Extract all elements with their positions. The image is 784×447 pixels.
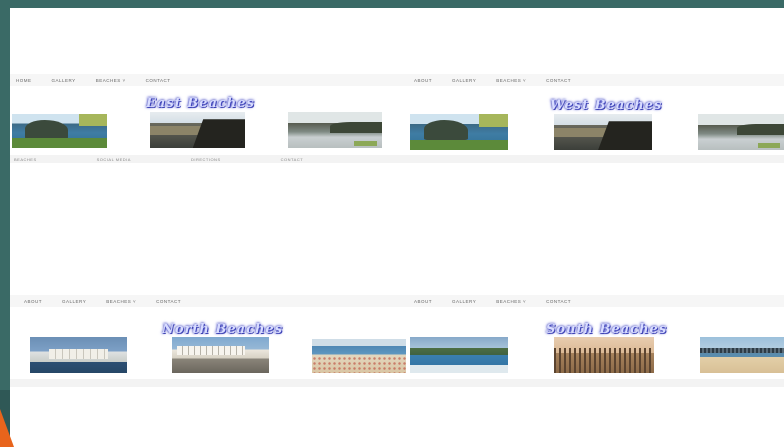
page-title: West Beaches xyxy=(550,98,663,113)
nav-item-gallery[interactable]: GALLERY xyxy=(62,299,86,304)
accent-corner xyxy=(0,409,14,447)
nav-item-home[interactable]: HOME xyxy=(16,78,32,83)
nav-item-beaches[interactable]: BEACHES ˅ xyxy=(96,78,126,83)
nav-item-contact[interactable]: CONTACT xyxy=(146,78,171,83)
footer-link-beaches[interactable]: BEACHES xyxy=(14,157,37,162)
nav-item-contact[interactable]: CONTACT xyxy=(156,299,181,304)
nav-item-gallery[interactable]: GALLERY xyxy=(452,78,476,83)
footer xyxy=(408,155,784,163)
shore-photo[interactable] xyxy=(288,112,382,148)
nav-item-beaches[interactable]: BEACHES ˅ xyxy=(496,299,526,304)
panel-south-beaches: ABOUT GALLERY BEACHES ˅ CONTACT South Be… xyxy=(408,295,784,387)
footer-link-directions[interactable]: DIRECTIONS xyxy=(191,157,221,162)
nav-item-beaches[interactable]: BEACHES ˅ xyxy=(496,78,526,83)
footer: BEACHES SOCIAL MEDIA DIRECTIONS CONTACT xyxy=(10,155,408,163)
page-title: East Beaches xyxy=(146,96,255,111)
town-photo[interactable] xyxy=(30,337,127,373)
page-title: South Beaches xyxy=(546,322,668,337)
nav-item-about[interactable]: ABOUT xyxy=(414,78,432,83)
navbar: ABOUT GALLERY BEACHES ˅ CONTACT xyxy=(408,74,784,86)
cliff-photo[interactable] xyxy=(554,114,652,150)
nav-item-about[interactable]: ABOUT xyxy=(24,299,42,304)
footer xyxy=(10,379,408,387)
page-title: North Beaches xyxy=(162,322,284,337)
navbar: HOME GALLERY BEACHES ˅ CONTACT xyxy=(10,74,408,86)
coast-photo[interactable] xyxy=(12,114,107,148)
coast-photo[interactable] xyxy=(410,114,508,150)
bay-photo[interactable] xyxy=(410,337,508,373)
shore-photo[interactable] xyxy=(698,114,784,150)
nav-item-contact[interactable]: CONTACT xyxy=(546,78,571,83)
nav-item-gallery[interactable]: GALLERY xyxy=(52,78,76,83)
navbar: ABOUT GALLERY BEACHES ˅ CONTACT xyxy=(408,295,784,307)
fence-photo[interactable] xyxy=(554,337,654,373)
footer xyxy=(408,379,784,387)
cliff-photo[interactable] xyxy=(150,112,245,148)
nav-item-beaches[interactable]: BEACHES ˅ xyxy=(106,299,136,304)
nav-item-about[interactable]: ABOUT xyxy=(414,299,432,304)
panel-east-beaches: HOME GALLERY BEACHES ˅ CONTACT East Beac… xyxy=(10,74,408,164)
pier-photo[interactable] xyxy=(700,337,784,373)
nav-item-gallery[interactable]: GALLERY xyxy=(452,299,476,304)
footer-link-social-media[interactable]: SOCIAL MEDIA xyxy=(97,157,131,162)
footer-link-contact[interactable]: CONTACT xyxy=(281,157,304,162)
slide: HOME GALLERY BEACHES ˅ CONTACT East Beac… xyxy=(10,8,784,447)
navbar: ABOUT GALLERY BEACHES ˅ CONTACT xyxy=(10,295,408,307)
busy-beach-photo[interactable] xyxy=(312,339,406,373)
promenade-photo[interactable] xyxy=(172,337,269,373)
panel-west-beaches: ABOUT GALLERY BEACHES ˅ CONTACT West Bea… xyxy=(408,74,784,164)
panel-north-beaches: ABOUT GALLERY BEACHES ˅ CONTACT North Be… xyxy=(10,295,408,387)
nav-item-contact[interactable]: CONTACT xyxy=(546,299,571,304)
